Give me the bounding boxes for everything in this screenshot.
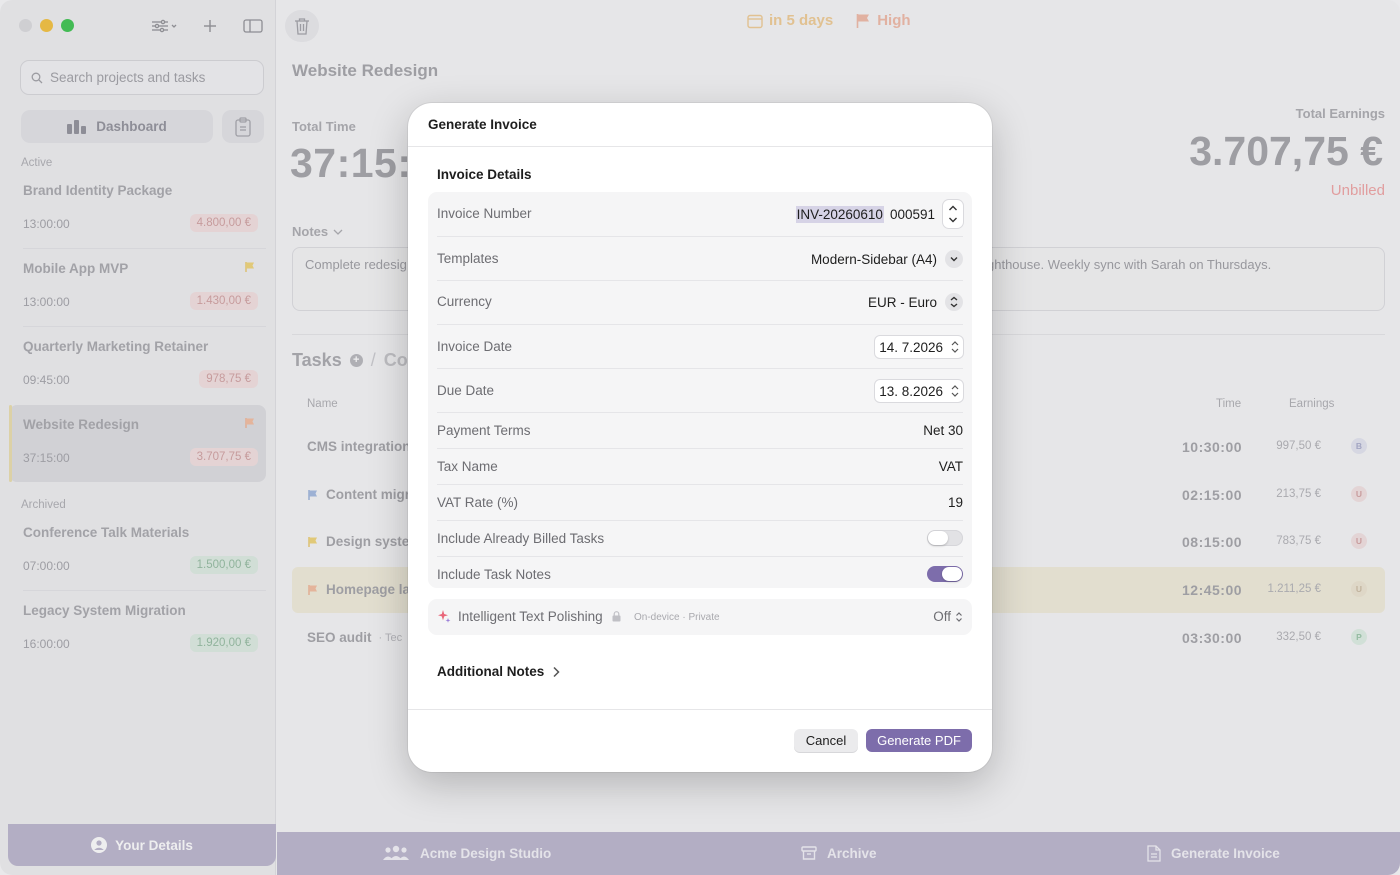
field-label: Invoice Date — [437, 339, 513, 354]
text-polishing-value: Off — [933, 609, 951, 624]
due-date-picker[interactable]: 13. 8.2026 — [875, 380, 963, 402]
chevron-up-down-icon — [945, 293, 963, 311]
invoice-date-picker[interactable]: 14. 7.2026 — [875, 336, 963, 358]
generate-pdf-button[interactable]: Generate PDF — [866, 729, 972, 752]
vat-rate-field[interactable]: 19 — [948, 495, 963, 510]
text-polishing-row: Intelligent Text Polishing On-device · P… — [428, 599, 972, 635]
invoice-date-row: Invoice Date 14. 7.2026 — [437, 325, 963, 369]
dialog-title: Generate Invoice — [428, 117, 537, 132]
payment-terms-row: Payment Terms Net 30 — [437, 413, 963, 449]
field-label: Invoice Number — [437, 206, 532, 221]
invoice-details-form: Invoice Number INV-20260610 000591 Templ… — [428, 192, 972, 588]
due-date-row: Due Date 13. 8.2026 — [437, 369, 963, 413]
chevron-right-icon — [553, 666, 560, 677]
templates-row: Templates Modern-Sidebar (A4) — [437, 237, 963, 281]
include-notes-toggle[interactable] — [927, 566, 963, 582]
invoice-number-suffix: 000591 — [889, 206, 935, 222]
due-date-value: 13. 8.2026 — [879, 383, 943, 399]
toggle-knob — [928, 531, 948, 545]
payment-terms-field[interactable]: Net 30 — [923, 423, 963, 438]
chevron-up-down-icon — [951, 385, 959, 397]
include-notes-row: Include Task Notes — [437, 557, 963, 588]
text-polishing-meta: On-device · Private — [634, 612, 720, 623]
tax-name-field[interactable]: VAT — [939, 459, 963, 474]
field-label: Templates — [437, 251, 499, 266]
field-label: Payment Terms — [437, 423, 531, 438]
currency-value: EUR - Euro — [867, 294, 937, 310]
additional-notes-label: Additional Notes — [437, 664, 545, 679]
field-label: Currency — [437, 294, 492, 309]
sparkles-icon — [438, 610, 451, 623]
vat-rate-row: VAT Rate (%) 19 — [437, 485, 963, 521]
divider — [408, 709, 992, 710]
generate-invoice-dialog: Generate Invoice Invoice Details Invoice… — [408, 103, 992, 772]
chevron-down-icon — [945, 250, 963, 268]
field-label: Include Already Billed Tasks — [437, 531, 605, 546]
currency-row: Currency EUR - Euro — [437, 281, 963, 325]
invoice-number-row: Invoice Number INV-20260610 000591 — [437, 192, 963, 237]
templates-value: Modern-Sidebar (A4) — [810, 251, 937, 267]
chevron-up-down-icon — [949, 205, 957, 223]
field-label: Tax Name — [437, 459, 498, 474]
invoice-date-value: 14. 7.2026 — [879, 339, 943, 355]
text-polishing-select[interactable]: Off — [933, 609, 963, 624]
toggle-wrapper — [927, 566, 963, 582]
chevron-up-down-icon — [951, 341, 959, 353]
tax-name-row: Tax Name VAT — [437, 449, 963, 485]
app-window: Search projects and tasks Dashboard Acti… — [0, 0, 1400, 875]
chevron-up-down-icon — [956, 611, 962, 622]
currency-select[interactable]: EUR - Euro — [868, 293, 963, 311]
field-label: Due Date — [437, 383, 495, 398]
lock-icon — [612, 611, 621, 622]
invoice-number-prefix: INV-20260610 — [795, 205, 884, 223]
field-label: VAT Rate (%) — [437, 495, 519, 510]
include-billed-toggle[interactable] — [927, 530, 963, 546]
cancel-button[interactable]: Cancel — [794, 729, 858, 752]
additional-notes-disclosure[interactable]: Additional Notes — [437, 664, 560, 679]
invoice-number-stepper[interactable] — [943, 200, 963, 228]
divider — [408, 146, 992, 147]
include-billed-row: Include Already Billed Tasks — [437, 521, 963, 557]
templates-select[interactable]: Modern-Sidebar (A4) — [811, 250, 963, 268]
invoice-number-field[interactable]: INV-20260610 000591 — [795, 200, 963, 228]
toggle-wrapper — [927, 530, 963, 546]
section-title: Invoice Details — [437, 167, 532, 182]
text-polishing-label: Intelligent Text Polishing — [458, 609, 603, 624]
field-label: Include Task Notes — [437, 567, 551, 582]
toggle-knob — [942, 567, 962, 581]
